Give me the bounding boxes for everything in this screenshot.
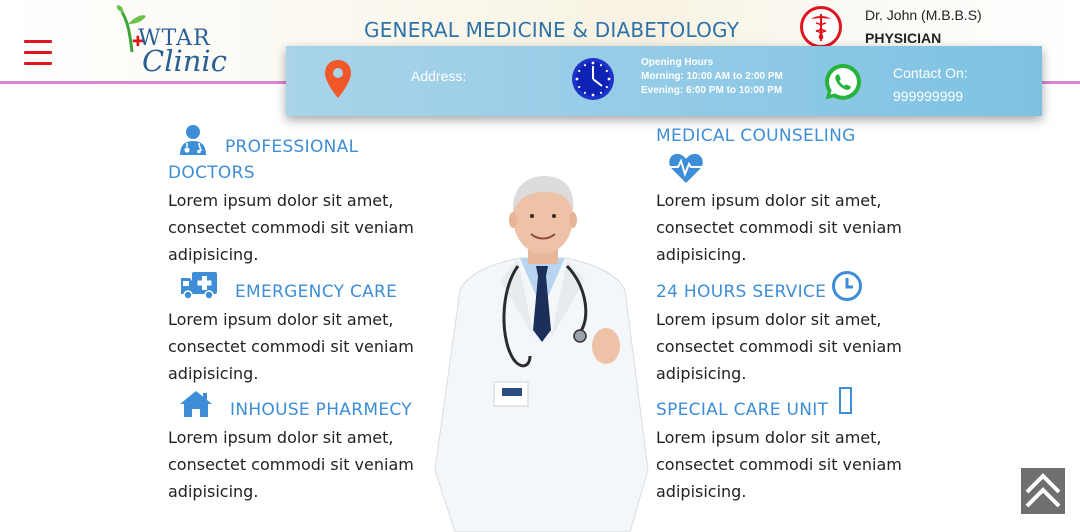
doctor-photo (434, 176, 649, 532)
logo-clinic-word: Clinic (142, 44, 227, 78)
contact-info-bar: Address: Opening Hours Morning: 10:00 AM… (286, 46, 1042, 116)
clock-icon (572, 58, 614, 100)
caduceus-emblem-icon (800, 6, 842, 48)
doctor-name: Dr. John (M.B.B.S) (865, 7, 982, 23)
service-title-emergency-care: EMERGENCY CARE (235, 282, 398, 302)
contact-label: Contact On: (893, 65, 968, 81)
service-title-24-hours-service: 24 HOURS SERVICE (656, 282, 827, 302)
scroll-to-top-button[interactable] (1021, 468, 1065, 514)
clock-icon (832, 271, 862, 301)
address-label: Address: (411, 68, 467, 84)
service-text-inhouse-pharmecy: Lorem ipsum dolor sit amet, consectet co… (168, 428, 414, 501)
service-title-medical-counseling: MEDICAL COUNSELING (656, 126, 856, 146)
whatsapp-icon[interactable] (823, 62, 863, 102)
morning-hours: Morning: 10:00 AM to 2:00 PM (641, 71, 783, 82)
service-text-24-hours-service: Lorem ipsum dolor sit amet, consectet co… (656, 310, 902, 383)
doctor-title: PHYSICIAN (865, 30, 942, 46)
site-title: GENERAL MEDICINE & DIABETOLOGY (364, 18, 740, 42)
hamburger-menu-icon[interactable] (24, 40, 52, 68)
service-text-emergency-care: Lorem ipsum dolor sit amet, consectet co… (168, 310, 414, 383)
location-pin-icon (325, 60, 351, 98)
clinic-logo[interactable]: ✚ WTAR Clinic (110, 0, 240, 80)
home-icon (180, 391, 212, 417)
service-title-inhouse-pharmecy: INHOUSE PHARMECY (230, 400, 412, 420)
opening-hours-title: Opening Hours (641, 57, 714, 68)
contact-number[interactable]: 999999999 (893, 88, 963, 104)
heartbeat-icon (669, 153, 703, 183)
service-title-special-care-unit: SPECIAL CARE UNIT (656, 400, 829, 420)
missing-glyph-icon (839, 387, 852, 414)
ambulance-icon (181, 272, 217, 300)
service-title-professional-doctors: PROFESSIONAL DOCTORS (168, 137, 359, 183)
evening-hours: Evening: 6:00 PM to 10:00 PM (641, 85, 783, 96)
service-text-professional-doctors: Lorem ipsum dolor sit amet, consectet co… (168, 191, 414, 264)
service-text-special-care-unit: Lorem ipsum dolor sit amet, consectet co… (656, 428, 902, 501)
double-chevron-up-icon (1025, 473, 1061, 508)
service-text-medical-counseling: Lorem ipsum dolor sit amet, consectet co… (656, 191, 902, 264)
